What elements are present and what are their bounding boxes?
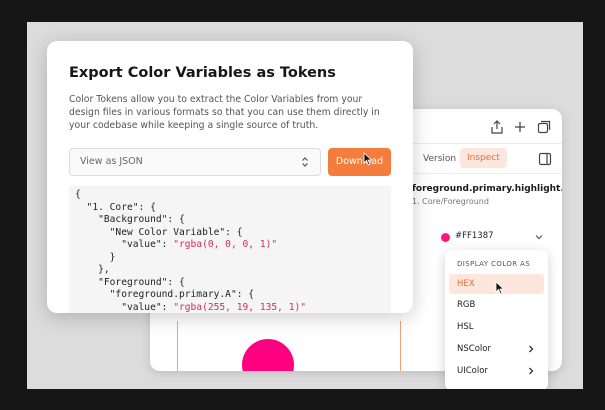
tab-version[interactable]: Version xyxy=(423,151,456,167)
code-block: { "1. Core": { "Background": { "New Colo… xyxy=(69,186,391,313)
modal-description: Color Tokens allow you to extract the Co… xyxy=(69,94,380,131)
format-select-value: View as JSON xyxy=(80,156,143,167)
share-icon[interactable] xyxy=(489,119,505,135)
code-line: "1. Core": { xyxy=(75,201,156,213)
chevron-right-icon xyxy=(529,367,534,375)
code-line: "value": "rgba(255, 19, 135, 1)" xyxy=(75,301,307,313)
tab-inspect[interactable]: Inspect xyxy=(460,148,507,168)
plus-icon[interactable] xyxy=(512,119,528,135)
code-string: "rgba(0, 0, 0, 1)" xyxy=(173,239,278,250)
code-string: "rgba(255, 19, 135, 1)" xyxy=(173,301,307,313)
chevron-up-down-icon xyxy=(302,157,308,167)
code-line: } xyxy=(75,251,116,263)
code-line: }, xyxy=(75,264,110,275)
dropdown-item-uicolor[interactable]: UIColor xyxy=(449,361,544,381)
layer-name: foreground.primary.highlight.A xyxy=(412,184,562,194)
dropdown-item-rgb[interactable]: RGB xyxy=(449,295,544,315)
dropdown-item-label: UIColor xyxy=(457,366,488,376)
modal-title: Export Color Variables as Tokens xyxy=(69,65,336,81)
dropdown-item-label: HSL xyxy=(457,322,474,332)
sidebar-icon[interactable] xyxy=(537,151,553,167)
layer-path: 1. Core/Foreground xyxy=(412,197,489,206)
dropdown-item-nscolor[interactable]: NSColor xyxy=(449,339,544,359)
export-modal: Export Color Variables as Tokens Color T… xyxy=(47,41,413,313)
dropdown-item-label: NSColor xyxy=(457,344,491,354)
code-line: "New Color Variable": { xyxy=(75,226,243,238)
chevron-down-icon[interactable] xyxy=(534,232,544,242)
color-value[interactable]: #FF1387 xyxy=(455,231,494,241)
dropdown-item-hsl[interactable]: HSL xyxy=(449,317,544,337)
color-format-dropdown: DISPLAY COLOR AS HEX RGB HSL NSColor UIC… xyxy=(445,250,548,389)
download-button[interactable]: Download xyxy=(328,148,391,176)
mouse-cursor-icon xyxy=(495,281,505,295)
dropdown-item-label: HEX xyxy=(457,279,475,289)
mouse-cursor-icon xyxy=(363,152,373,166)
dropdown-item-label: RGB xyxy=(457,300,476,310)
screenshot-stage: Version Inspect foreground.primary.highl… xyxy=(27,22,583,389)
code-line: { xyxy=(75,189,81,200)
code-line: "Foreground": { xyxy=(75,276,185,288)
chevron-right-icon xyxy=(529,345,534,353)
format-select[interactable]: View as JSON xyxy=(69,148,321,176)
code-line: "Background": { xyxy=(75,214,185,225)
code-line: "foreground.primary.A": { xyxy=(75,289,255,300)
code-line: "value": "rgba(0, 0, 0, 1)" xyxy=(75,239,278,250)
dropdown-header: DISPLAY COLOR AS xyxy=(457,260,531,268)
color-swatch xyxy=(441,233,450,242)
copy-icon[interactable] xyxy=(536,119,552,135)
